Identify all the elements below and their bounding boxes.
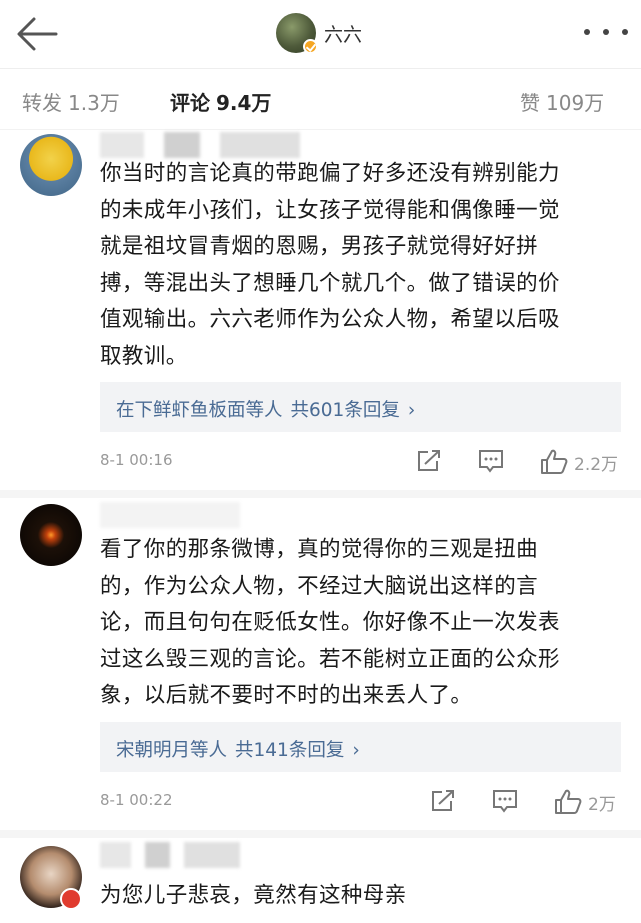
reply-total: 共141条回复 xyxy=(235,740,345,761)
author-name: 六六 xyxy=(324,23,363,46)
author-avatar[interactable] xyxy=(276,13,318,54)
comment-date: 8-1 00:16 xyxy=(100,451,173,469)
comment-meta: 8-1 00:16 2.2万 xyxy=(100,449,621,475)
tab-like-count: 109万 xyxy=(546,91,605,115)
back-arrow-icon[interactable] xyxy=(16,14,58,54)
top-bar: 六六 xyxy=(0,0,641,68)
more-dots-icon[interactable] xyxy=(584,22,628,42)
tab-comment-count: 9.4万 xyxy=(216,91,272,115)
comment-line: 过这么毁三观的言论。若不能树立正面的公众形 xyxy=(100,646,560,672)
tab-like-label: 赞 xyxy=(520,91,540,115)
reply-names: 宋朝明月等人 xyxy=(116,740,228,761)
username-blurred[interactable] xyxy=(100,502,240,528)
comment-line: 你当时的言论真的带跑偏了好多还没有辨别能力 xyxy=(100,161,560,186)
share-icon[interactable] xyxy=(430,789,456,813)
comment-icon[interactable] xyxy=(492,789,518,813)
avatar[interactable] xyxy=(20,134,82,196)
chevron-right-icon: › xyxy=(352,740,360,761)
comment-line: 为您儿子悲哀，竟然有这种母亲 xyxy=(100,883,407,908)
comment-text: 你当时的言论真的带跑偏了好多还没有辨别能力 的未成年小孩们，让女孩子觉得能和偶像… xyxy=(100,156,630,375)
username-blurred[interactable] xyxy=(100,132,300,158)
comment-line: 值观输出。六六老师作为公众人物，希望以后吸 xyxy=(100,307,560,332)
replies-link[interactable]: 在下鲜虾鱼板面等人 共601条回复 › xyxy=(100,382,621,432)
comment-line: 象，以后就不要时不时的出来丢人了。 xyxy=(100,683,473,708)
tab-comment-label: 评论 xyxy=(170,91,210,115)
tab-bar: 转发 1.3万 评论 9.4万 赞 109万 xyxy=(0,68,641,130)
like-button[interactable]: 2万 xyxy=(554,789,616,815)
comment-line: 的未成年小孩们，让女孩子觉得能和偶像睡一觉 xyxy=(100,197,560,223)
comment-meta: 8-1 00:22 2万 xyxy=(100,789,621,815)
like-count: 2万 xyxy=(588,794,616,815)
like-count: 2.2万 xyxy=(574,454,619,475)
tab-comment[interactable]: 评论 9.4万 xyxy=(170,87,271,116)
comment-line: 取教训。 xyxy=(100,343,188,369)
comment-icon[interactable] xyxy=(478,449,504,473)
comment-line: 的，作为公众人物，不经过大脑说出这样的言 xyxy=(100,573,539,599)
user-badge-icon xyxy=(60,888,82,910)
verified-badge-icon xyxy=(303,39,318,54)
reply-names: 在下鲜虾鱼板面等人 xyxy=(116,400,283,421)
replies-link[interactable]: 宋朝明月等人 共141条回复 › xyxy=(100,722,621,772)
comment-text: 为您儿子悲哀，竟然有这种母亲 xyxy=(100,878,630,915)
comment-date: 8-1 00:22 xyxy=(100,791,173,809)
tab-like[interactable]: 赞 109万 xyxy=(520,87,604,116)
tab-repost-label: 转发 xyxy=(22,91,62,115)
like-icon xyxy=(541,449,568,474)
like-icon xyxy=(555,789,582,814)
like-button[interactable]: 2.2万 xyxy=(540,449,618,475)
comment-line: 论，而且句句在贬低女性。你好像不止一次发表 xyxy=(100,610,560,635)
reply-total: 共601条回复 xyxy=(290,400,400,421)
comment-line: 看了你的那条微博，真的觉得你的三观是扭曲 xyxy=(100,537,539,562)
share-icon[interactable] xyxy=(416,449,442,473)
chevron-right-icon: › xyxy=(407,400,416,421)
username-blurred[interactable] xyxy=(100,842,240,868)
comment-text: 看了你的那条微博，真的觉得你的三观是扭曲 的，作为公众人物，不经过大脑说出这样的… xyxy=(100,532,630,715)
tab-repost[interactable]: 转发 1.3万 xyxy=(22,87,120,116)
comment-line: 就是祖坟冒青烟的恩赐，男孩子就觉得好好拼 xyxy=(100,234,539,259)
avatar[interactable] xyxy=(20,504,82,566)
tab-repost-count: 1.3万 xyxy=(68,91,120,115)
header-title[interactable]: 六六 xyxy=(276,13,363,54)
divider xyxy=(0,830,641,838)
comment-line: 搏，等混出头了想睡几个就几个。做了错误的价 xyxy=(100,270,560,296)
divider xyxy=(0,490,641,498)
